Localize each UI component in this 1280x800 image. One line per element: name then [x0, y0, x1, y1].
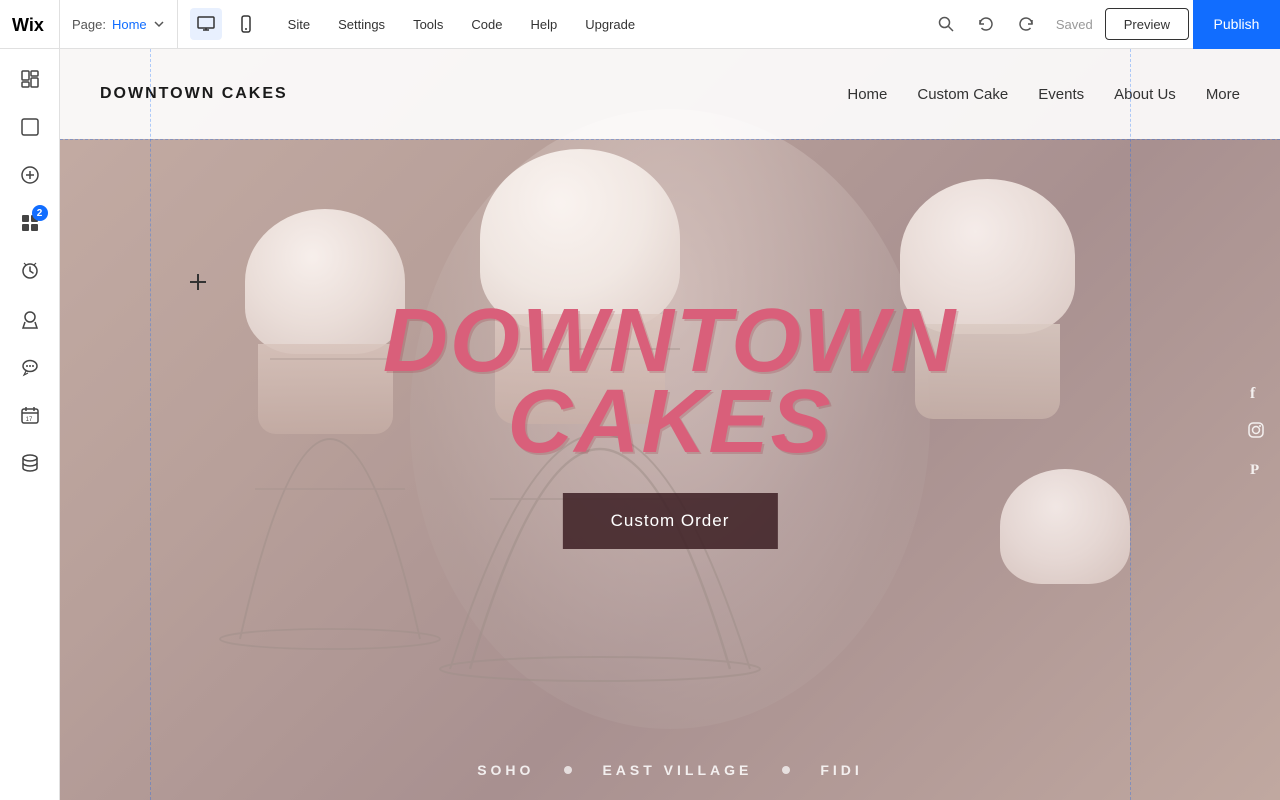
media-icon[interactable]	[8, 249, 52, 293]
calendar-icon[interactable]: 17	[8, 393, 52, 437]
top-nav: Site Settings Tools Code Help Upgrade	[274, 0, 649, 49]
nav-site[interactable]: Site	[274, 0, 324, 49]
nav-about-us[interactable]: About Us	[1114, 86, 1176, 103]
locations-bar: SOHO EAST VILLAGE FIDI	[60, 740, 1280, 800]
apps-badge: 2	[32, 205, 48, 221]
nav-tools[interactable]: Tools	[399, 0, 457, 49]
svg-text:Wix: Wix	[12, 15, 44, 34]
social-icons: f P	[1244, 380, 1268, 480]
wix-logo[interactable]: Wix	[0, 0, 60, 49]
page-name: Home	[112, 17, 147, 32]
crosshair-cursor[interactable]	[190, 274, 206, 290]
location-fidi: FIDI	[820, 762, 862, 778]
redo-button[interactable]	[1008, 6, 1044, 42]
mobile-view-button[interactable]	[230, 8, 262, 40]
add-element-icon[interactable]	[8, 153, 52, 197]
svg-text:P: P	[1250, 462, 1259, 477]
hero-section: DOWNTOWN CAKES Home Custom Cake Events A…	[60, 49, 1280, 800]
nav-code[interactable]: Code	[457, 0, 516, 49]
hero-title-line2: CAKES	[383, 382, 957, 463]
preview-button[interactable]: Preview	[1105, 8, 1189, 40]
location-dot-2	[782, 766, 790, 774]
page-selector[interactable]: Page: Home	[60, 0, 178, 49]
apps-icon[interactable]: 2	[8, 201, 52, 245]
view-toggle	[178, 0, 274, 49]
site-nav: Home Custom Cake Events About Us More	[847, 86, 1240, 103]
site-header: DOWNTOWN CAKES Home Custom Cake Events A…	[60, 49, 1280, 139]
cupcake-frosting-far-right	[1000, 469, 1130, 584]
location-dot-1	[564, 766, 572, 774]
hero-title: DOWNTOWN CAKES	[383, 301, 957, 463]
nav-custom-cake[interactable]: Custom Cake	[917, 86, 1008, 103]
location-east-village: EAST VILLAGE	[602, 762, 752, 778]
search-button[interactable]	[928, 6, 964, 42]
elements-icon[interactable]	[8, 105, 52, 149]
canvas: DOWNTOWN CAKES Home Custom Cake Events A…	[60, 49, 1280, 800]
hero-content: DOWNTOWN CAKES Custom Order	[383, 301, 957, 549]
nav-home[interactable]: Home	[847, 86, 887, 103]
instagram-icon[interactable]	[1244, 418, 1268, 442]
nav-settings[interactable]: Settings	[324, 0, 399, 49]
page-label: Page:	[72, 17, 106, 32]
nav-help[interactable]: Help	[517, 0, 572, 49]
nav-upgrade[interactable]: Upgrade	[571, 0, 649, 49]
hero-title-line1: DOWNTOWN	[383, 301, 957, 382]
custom-order-button[interactable]: Custom Order	[563, 493, 778, 549]
top-right-actions: Saved Preview Publish	[928, 0, 1280, 49]
saved-status: Saved	[1048, 17, 1101, 32]
svg-text:f: f	[1250, 385, 1256, 401]
location-soho: SOHO	[477, 762, 534, 778]
site-logo: DOWNTOWN CAKES	[100, 85, 288, 103]
desktop-view-button[interactable]	[190, 8, 222, 40]
publish-button[interactable]: Publish	[1193, 0, 1280, 49]
svg-text:17: 17	[25, 417, 32, 423]
pinterest-icon[interactable]: P	[1244, 456, 1268, 480]
nav-more[interactable]: More	[1206, 86, 1240, 103]
nav-events[interactable]: Events	[1038, 86, 1084, 103]
pages-icon[interactable]	[8, 57, 52, 101]
blog-icon[interactable]	[8, 297, 52, 341]
chat-icon[interactable]	[8, 345, 52, 389]
topbar: Wix Page: Home Site Settings Tools Code …	[0, 0, 1280, 49]
facebook-icon[interactable]: f	[1244, 380, 1268, 404]
undo-button[interactable]	[968, 6, 1004, 42]
chevron-down-icon	[153, 18, 165, 30]
database-icon[interactable]	[8, 441, 52, 485]
left-sidebar: 2 17	[0, 49, 60, 800]
